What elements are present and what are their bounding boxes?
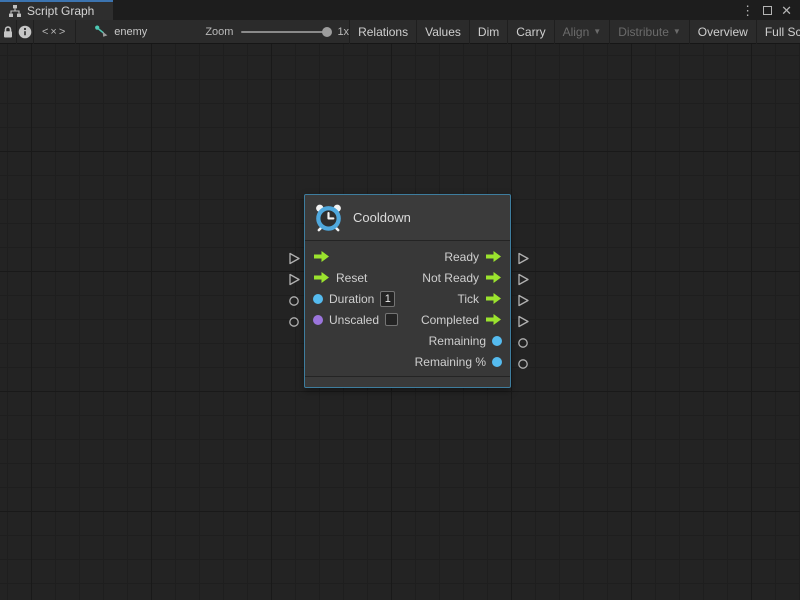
node-header[interactable]: Cooldown	[305, 195, 510, 241]
lock-button[interactable]	[0, 20, 16, 44]
port-label: Not Ready	[422, 271, 479, 285]
port-label: Completed	[421, 313, 479, 327]
external-flow-input[interactable]	[288, 252, 301, 265]
value-port-icon[interactable]	[313, 294, 323, 304]
zoom-slider[interactable]	[241, 31, 329, 33]
external-value-output[interactable]	[517, 358, 529, 370]
port-remaining-percent[interactable]: Remaining %	[415, 355, 502, 369]
flow-arrow-icon	[313, 271, 330, 284]
zoom-control: Zoom 1x	[205, 26, 349, 38]
toolbar-separator	[75, 20, 76, 44]
external-flow-input[interactable]	[288, 273, 301, 286]
distribute-label: Distribute	[618, 25, 669, 39]
node-title: Cooldown	[353, 210, 411, 225]
duration-input[interactable]: 1	[380, 291, 395, 307]
port-label: Tick	[457, 292, 479, 306]
graph-icon	[8, 4, 22, 18]
flow-arrow-icon	[485, 271, 502, 284]
zoom-slider-handle[interactable]	[322, 27, 332, 37]
relations-button[interactable]: Relations	[350, 20, 416, 44]
port-row: Duration 1 Tick	[305, 288, 510, 309]
external-flow-output[interactable]	[517, 273, 530, 286]
alarm-clock-icon	[313, 202, 344, 233]
port-row: Unscaled Completed	[305, 309, 510, 330]
maximize-icon[interactable]	[763, 6, 772, 15]
port-label: Ready	[444, 250, 479, 264]
port-row: Remaining	[305, 330, 510, 351]
flow-arrow-icon	[485, 250, 502, 263]
port-label: Remaining %	[415, 355, 486, 369]
dim-button[interactable]: Dim	[470, 20, 507, 44]
port-label: Remaining	[429, 334, 486, 348]
value-port-icon[interactable]	[492, 336, 502, 346]
port-row: Ready	[305, 246, 510, 267]
port-label: Duration	[329, 292, 374, 306]
script-graph-window: Script Graph ⋮ ✕ <×>	[0, 0, 800, 600]
window-controls: ⋮ ✕	[741, 0, 800, 20]
chevron-down-icon: ▼	[673, 27, 681, 36]
breadcrumb[interactable]: enemy	[94, 24, 147, 39]
graph-toolbar: <×> enemy Zoom 1x Relations Values Dim	[0, 20, 800, 44]
node-body: Ready Reset Not Ready	[305, 241, 510, 376]
full-screen-button[interactable]: Full Screen	[757, 20, 800, 44]
port-tick[interactable]: Tick	[457, 292, 502, 306]
zoom-label: Zoom	[205, 26, 233, 38]
port-completed[interactable]: Completed	[421, 313, 502, 327]
tab-title: Script Graph	[27, 4, 94, 18]
port-label: Unscaled	[329, 313, 379, 327]
external-flow-output[interactable]	[517, 315, 530, 328]
external-flow-output[interactable]	[517, 252, 530, 265]
port-not-ready[interactable]: Not Ready	[422, 271, 502, 285]
graph-pointer-icon	[94, 24, 109, 39]
flow-arrow-icon	[485, 292, 502, 305]
toolbar-actions: Relations Values Dim Carry Align ▼ Distr…	[349, 20, 800, 44]
values-button[interactable]: Values	[417, 20, 469, 44]
overview-button[interactable]: Overview	[690, 20, 756, 44]
flow-arrow-icon	[313, 250, 330, 263]
port-ready[interactable]: Ready	[444, 250, 502, 264]
align-dropdown[interactable]: Align ▼	[555, 20, 610, 44]
carry-button[interactable]: Carry	[508, 20, 553, 44]
port-enter[interactable]	[313, 250, 330, 263]
port-unscaled[interactable]: Unscaled	[313, 313, 398, 327]
title-bar: Script Graph ⋮ ✕	[0, 0, 800, 20]
flow-arrow-icon	[485, 313, 502, 326]
value-port-icon[interactable]	[492, 357, 502, 367]
port-label: Reset	[336, 271, 367, 285]
cooldown-node[interactable]: Cooldown Ready	[304, 194, 511, 388]
menu-icon[interactable]: ⋮	[741, 4, 754, 17]
unscaled-checkbox[interactable]	[385, 313, 398, 326]
port-reset[interactable]: Reset	[313, 271, 367, 285]
external-flow-output[interactable]	[517, 294, 530, 307]
node-footer	[305, 376, 510, 387]
external-value-output[interactable]	[517, 337, 529, 349]
distribute-dropdown[interactable]: Distribute ▼	[610, 20, 689, 44]
code-preview-button[interactable]: <×>	[34, 20, 75, 44]
tab-script-graph[interactable]: Script Graph	[0, 0, 113, 20]
graph-name: enemy	[114, 26, 147, 38]
chevron-down-icon: ▼	[593, 27, 601, 36]
graph-canvas[interactable]: Cooldown Ready	[0, 44, 800, 600]
info-button[interactable]	[17, 20, 33, 44]
port-duration[interactable]: Duration 1	[313, 291, 395, 307]
info-icon	[17, 24, 33, 40]
port-row: Reset Not Ready	[305, 267, 510, 288]
port-row: Remaining %	[305, 351, 510, 372]
close-icon[interactable]: ✕	[781, 4, 792, 17]
value-port-icon[interactable]	[313, 315, 323, 325]
align-label: Align	[563, 25, 590, 39]
lock-icon	[0, 24, 16, 40]
port-remaining[interactable]: Remaining	[429, 334, 502, 348]
external-value-input[interactable]	[288, 316, 300, 328]
external-value-input[interactable]	[288, 295, 300, 307]
zoom-value: 1x	[337, 26, 349, 38]
